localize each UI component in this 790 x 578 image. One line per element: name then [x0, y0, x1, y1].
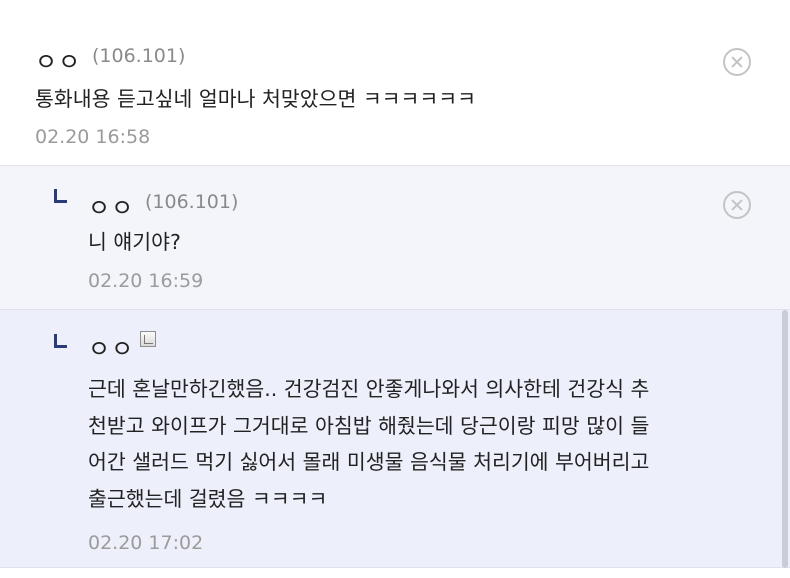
- comment-text-line: 통화내용 듣고싶네 얼마나 처맞았으면 ㅋㅋㅋㅋㅋㅋ: [35, 87, 476, 111]
- comment-nickname[interactable]: ㅇㅇ: [88, 188, 134, 223]
- fixed-nick-icon: [140, 331, 156, 347]
- reply-arrow-icon: [54, 189, 67, 203]
- scrollbar[interactable]: [782, 310, 788, 568]
- comment-text-line: 니 얘기야?: [88, 230, 181, 254]
- comment: ㅇㅇ (106.101) 통화내용 듣고싶네 얼마나 처맞았으면 ㅋㅋㅋㅋㅋㅋ …: [0, 0, 790, 166]
- comment-text-line: 출근했는데 걸렸음 ㅋㅋㅋㅋ: [88, 486, 328, 511]
- comment-text-line: 근데 혼날만하긴했음.. 건강검진 안좋게나와서 의사한테 건강식 추: [88, 377, 650, 401]
- comment-ip: (106.101): [92, 45, 186, 67]
- comment-text: 니 얘기야?: [88, 224, 181, 261]
- comment-text: 통화내용 듣고싶네 얼마나 처맞았으면 ㅋㅋㅋㅋㅋㅋ: [35, 81, 476, 118]
- comment-text-line: 어간 샐러드 먹기 싫어서 몰래 미생물 음식물 처리기에 부어버리고: [88, 450, 650, 474]
- reply-arrow-icon: [54, 334, 67, 348]
- comment-nickname[interactable]: ㅇㅇ: [35, 42, 81, 77]
- comment-date: 02.20 16:59: [88, 270, 204, 292]
- comment-date: 02.20 16:58: [35, 126, 151, 148]
- comment-list: ㅇㅇ (106.101) 통화내용 듣고싶네 얼마나 처맞았으면 ㅋㅋㅋㅋㅋㅋ …: [0, 0, 790, 568]
- comment-date: 02.20 17:02: [88, 532, 204, 554]
- close-circle-icon[interactable]: [723, 48, 751, 76]
- comment-text-line: 천받고 와이프가 그거대로 아침밥 해줬는데 당근이랑 피망 많이 들: [88, 413, 650, 438]
- close-circle-icon[interactable]: [723, 191, 751, 219]
- comment-text: 근데 혼날만하긴했음.. 건강검진 안좋게나와서 의사한테 건강식 추 천받고 …: [88, 371, 649, 517]
- reply-comment: ㅇㅇ (106.101) 니 얘기야? 02.20 16:59: [0, 166, 790, 310]
- reply-comment: ㅇㅇ 근데 혼날만하긴했음.. 건강검진 안좋게나와서 의사한테 건강식 추 천…: [0, 310, 790, 568]
- comment-nickname[interactable]: ㅇㅇ: [88, 329, 134, 364]
- comment-ip: (106.101): [145, 191, 239, 213]
